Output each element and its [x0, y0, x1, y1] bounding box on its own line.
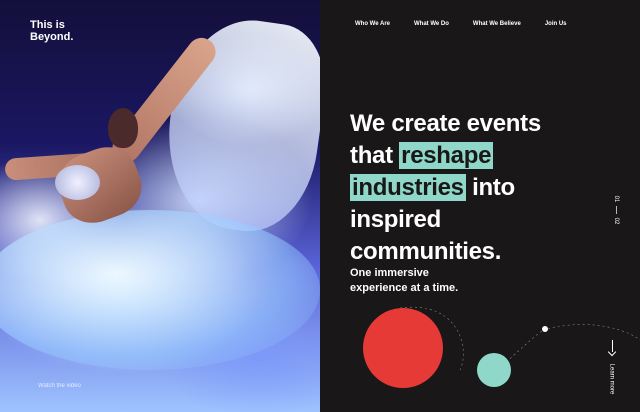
main-nav: Who We Are What We Do What We Believe Jo…: [355, 21, 590, 27]
red-planet-circle: [363, 308, 443, 388]
pager-current: 01: [613, 195, 619, 203]
watch-video-link[interactable]: Watch the video: [38, 383, 81, 389]
pager-total: 02: [613, 217, 619, 225]
head-shape: [108, 108, 138, 148]
headline-highlight-reshape: reshape: [399, 142, 494, 169]
slide-pager[interactable]: 01 02: [611, 195, 621, 225]
logo-line-2: Beyond.: [30, 31, 74, 43]
pager-divider: [615, 206, 617, 214]
page: This is Beyond. Watch the video Who We A…: [0, 0, 640, 412]
costume-shape: [55, 165, 100, 200]
headline-highlight-industries: industries: [350, 174, 466, 201]
nav-item-join-us[interactable]: Join Us: [545, 21, 567, 27]
hero-image: [0, 0, 320, 412]
subheadline-line-1: One immersive: [350, 267, 429, 279]
nav-item-what-we-believe[interactable]: What We Believe: [473, 21, 521, 27]
learn-more-link[interactable]: Learn more: [600, 340, 630, 400]
learn-more-label: Learn more: [608, 363, 615, 395]
wing-shape: [156, 10, 320, 240]
nav-item-who-we-are[interactable]: Who We Are: [355, 21, 390, 27]
nav-item-what-we-do[interactable]: What We Do: [414, 21, 449, 27]
page-headline: We create events that reshape industries…: [350, 108, 590, 268]
teal-planet-circle: [477, 353, 511, 387]
logo-line-1: This is: [30, 19, 65, 31]
white-dot: [542, 326, 548, 332]
skirt-shape: [0, 210, 320, 370]
arrow-down-icon: [612, 340, 613, 352]
logo[interactable]: This is Beyond.: [30, 19, 73, 43]
